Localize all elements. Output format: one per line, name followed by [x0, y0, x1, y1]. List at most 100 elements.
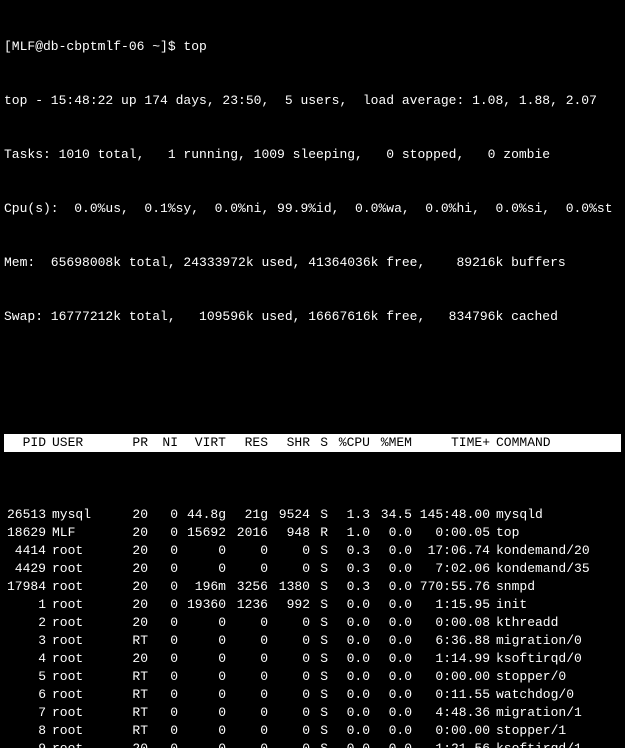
process-row[interactable]: 18629MLF200156922016948R1.00.00:00.05top [4, 524, 621, 542]
cell-pid: 18629 [4, 524, 46, 542]
cell-cpu: 0.0 [328, 704, 370, 722]
cell-s: S [310, 650, 328, 668]
cell-user: root [46, 722, 112, 740]
cell-command: mysqld [490, 506, 621, 524]
col-s: S [310, 434, 328, 452]
cell-command: watchdog/0 [490, 686, 621, 704]
top-summary-line-cpu: Cpu(s): 0.0%us, 0.1%sy, 0.0%ni, 99.9%id,… [4, 200, 621, 218]
cell-virt: 0 [178, 632, 226, 650]
cell-shr: 0 [268, 740, 310, 748]
cell-pr: RT [112, 632, 148, 650]
cell-cpu: 0.0 [328, 722, 370, 740]
cell-shr: 0 [268, 614, 310, 632]
cell-ni: 0 [148, 632, 178, 650]
cell-command: migration/1 [490, 704, 621, 722]
cell-command: ksoftirqd/1 [490, 740, 621, 748]
cell-time: 0:00.05 [412, 524, 490, 542]
process-row[interactable]: 3rootRT0000S0.00.06:36.88migration/0 [4, 632, 621, 650]
cell-user: root [46, 578, 112, 596]
cell-s: S [310, 596, 328, 614]
cell-pr: RT [112, 686, 148, 704]
cell-user: root [46, 560, 112, 578]
process-row[interactable]: 2root200000S0.00.00:00.08kthreadd [4, 614, 621, 632]
col-shr: SHR [268, 434, 310, 452]
cell-pr: 20 [112, 578, 148, 596]
column-header-row: PID USER PR NI VIRT RES SHR S %CPU %MEM … [4, 434, 621, 452]
cell-user: root [46, 632, 112, 650]
cell-user: mysql [46, 506, 112, 524]
cell-cpu: 0.0 [328, 686, 370, 704]
process-row[interactable]: 4root200000S0.00.01:14.99ksoftirqd/0 [4, 650, 621, 668]
cell-command: kondemand/35 [490, 560, 621, 578]
cell-mem: 0.0 [370, 740, 412, 748]
cell-pr: 20 [112, 650, 148, 668]
process-row[interactable]: 8rootRT0000S0.00.00:00.00stopper/1 [4, 722, 621, 740]
cell-time: 0:00.00 [412, 668, 490, 686]
cell-virt: 44.8g [178, 506, 226, 524]
top-summary-line-1: top - 15:48:22 up 174 days, 23:50, 5 use… [4, 92, 621, 110]
cell-command: stopper/0 [490, 668, 621, 686]
process-row[interactable]: 26513mysql20044.8g21g9524S1.334.5145:48.… [4, 506, 621, 524]
cell-mem: 0.0 [370, 560, 412, 578]
cell-mem: 0.0 [370, 542, 412, 560]
process-row[interactable]: 6rootRT0000S0.00.00:11.55watchdog/0 [4, 686, 621, 704]
cell-pid: 4 [4, 650, 46, 668]
cell-command: init [490, 596, 621, 614]
top-summary-line-tasks: Tasks: 1010 total, 1 running, 1009 sleep… [4, 146, 621, 164]
cell-cpu: 0.0 [328, 596, 370, 614]
col-user: USER [46, 434, 112, 452]
cell-ni: 0 [148, 506, 178, 524]
process-row[interactable]: 4429root200000S0.30.07:02.06kondemand/35 [4, 560, 621, 578]
cell-s: S [310, 686, 328, 704]
cell-ni: 0 [148, 614, 178, 632]
cell-user: root [46, 614, 112, 632]
cell-res: 2016 [226, 524, 268, 542]
cell-command: stopper/1 [490, 722, 621, 740]
cell-res: 0 [226, 560, 268, 578]
terminal-window[interactable]: [MLF@db-cbptmlf-06 ~]$ top top - 15:48:2… [0, 0, 625, 748]
cell-shr: 0 [268, 668, 310, 686]
process-row[interactable]: 1root200193601236992S0.00.01:15.95init [4, 596, 621, 614]
cell-res: 0 [226, 668, 268, 686]
shell-prompt: [MLF@db-cbptmlf-06 ~]$ top [4, 38, 621, 56]
cell-shr: 0 [268, 722, 310, 740]
cell-ni: 0 [148, 686, 178, 704]
cell-shr: 0 [268, 686, 310, 704]
process-row[interactable]: 17984root200196m32561380S0.30.0770:55.76… [4, 578, 621, 596]
cell-cpu: 0.0 [328, 740, 370, 748]
cell-pid: 4414 [4, 542, 46, 560]
cell-shr: 0 [268, 704, 310, 722]
col-ni: NI [148, 434, 178, 452]
cell-res: 0 [226, 740, 268, 748]
cell-res: 21g [226, 506, 268, 524]
cell-time: 4:48.36 [412, 704, 490, 722]
process-row[interactable]: 7rootRT0000S0.00.04:48.36migration/1 [4, 704, 621, 722]
cell-cpu: 1.3 [328, 506, 370, 524]
cell-ni: 0 [148, 560, 178, 578]
cell-pr: 20 [112, 596, 148, 614]
col-mem: %MEM [370, 434, 412, 452]
cell-shr: 9524 [268, 506, 310, 524]
cell-time: 0:11.55 [412, 686, 490, 704]
cell-cpu: 1.0 [328, 524, 370, 542]
cell-user: MLF [46, 524, 112, 542]
cell-pr: 20 [112, 614, 148, 632]
cell-time: 1:15.95 [412, 596, 490, 614]
cell-res: 0 [226, 632, 268, 650]
cell-s: S [310, 614, 328, 632]
cell-ni: 0 [148, 704, 178, 722]
cell-pid: 1 [4, 596, 46, 614]
cell-s: S [310, 542, 328, 560]
cell-mem: 0.0 [370, 524, 412, 542]
cell-virt: 0 [178, 704, 226, 722]
cell-command: ksoftirqd/0 [490, 650, 621, 668]
process-row[interactable]: 4414root200000S0.30.017:06.74kondemand/2… [4, 542, 621, 560]
cell-s: S [310, 740, 328, 748]
cell-pr: 20 [112, 740, 148, 748]
cell-pr: RT [112, 722, 148, 740]
cell-ni: 0 [148, 668, 178, 686]
process-row[interactable]: 5rootRT0000S0.00.00:00.00stopper/0 [4, 668, 621, 686]
cell-time: 17:06.74 [412, 542, 490, 560]
process-row[interactable]: 9root200000S0.00.01:21.56ksoftirqd/1 [4, 740, 621, 748]
cell-time: 0:00.08 [412, 614, 490, 632]
